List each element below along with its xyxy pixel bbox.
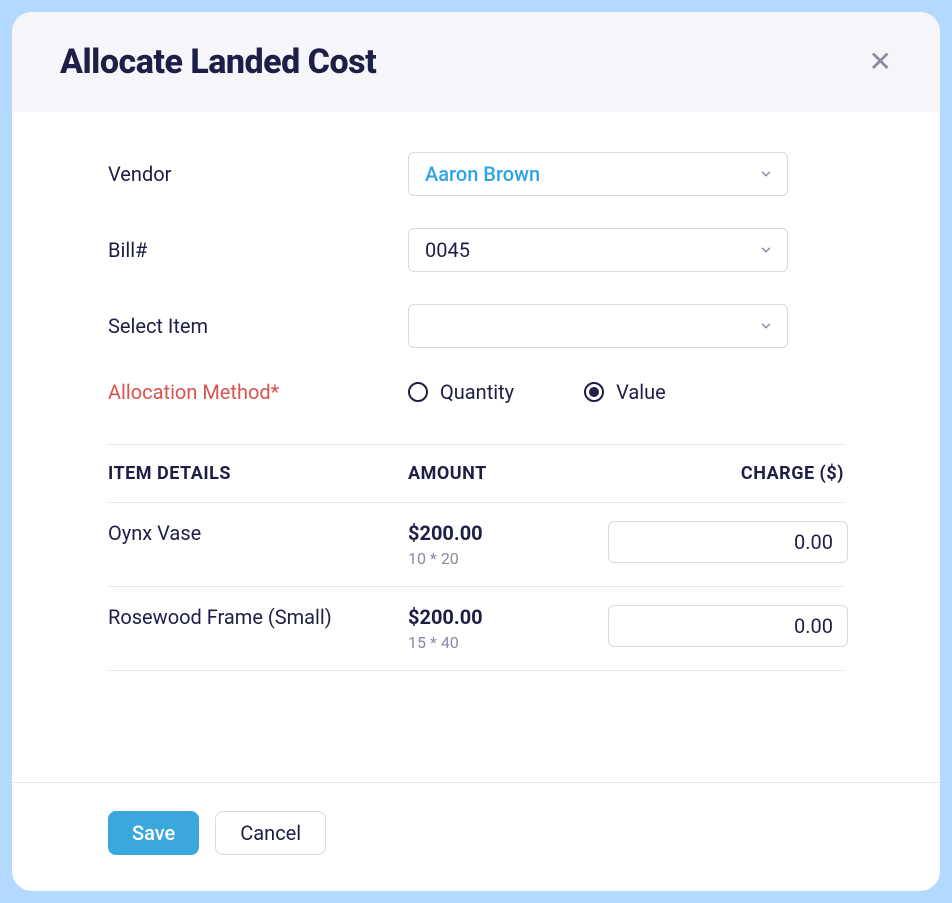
modal-body: Vendor Aaron Brown Bill# 0045 (12, 112, 940, 782)
bill-label: Bill# (108, 238, 408, 262)
modal-title: Allocate Landed Cost (60, 42, 376, 82)
item-name: Rosewood Frame (Small) (108, 605, 408, 629)
chevron-down-icon (759, 319, 773, 333)
radio-quantity-label: Quantity (440, 380, 514, 404)
charge-input[interactable] (608, 605, 848, 647)
item-select[interactable] (408, 304, 788, 348)
item-calc: 15 * 40 (408, 633, 608, 652)
item-calc: 10 * 20 (408, 549, 608, 568)
save-button[interactable]: Save (108, 811, 199, 855)
col-charge: CHARGE ($) (608, 463, 844, 484)
bill-select[interactable]: 0045 (408, 228, 788, 272)
vendor-select[interactable]: Aaron Brown (408, 152, 788, 196)
charge-input[interactable] (608, 521, 848, 563)
col-amount: AMOUNT (408, 463, 608, 484)
radio-icon (584, 382, 604, 402)
radio-value-label: Value (616, 380, 666, 404)
modal-footer: Save Cancel (12, 782, 940, 891)
select-item-label: Select Item (108, 314, 408, 338)
item-amount: $200.00 (408, 521, 608, 545)
cancel-button[interactable]: Cancel (215, 811, 326, 855)
radio-value[interactable]: Value (584, 380, 666, 404)
modal-header: Allocate Landed Cost ✕ (12, 12, 940, 112)
vendor-value: Aaron Brown (425, 162, 540, 186)
chevron-down-icon (759, 243, 773, 257)
allocation-method-row: Allocation Method* Quantity Value (108, 380, 844, 404)
radio-icon (408, 382, 428, 402)
bill-row: Bill# 0045 (108, 228, 844, 272)
items-table-header: ITEM DETAILS AMOUNT CHARGE ($) (108, 444, 844, 503)
vendor-row: Vendor Aaron Brown (108, 152, 844, 196)
select-item-row: Select Item (108, 304, 844, 348)
allocation-method-label: Allocation Method* (108, 380, 408, 404)
radio-quantity[interactable]: Quantity (408, 380, 514, 404)
item-amount: $200.00 (408, 605, 608, 629)
allocate-landed-cost-modal: Allocate Landed Cost ✕ Vendor Aaron Brow… (12, 12, 940, 891)
bill-value: 0045 (425, 238, 470, 262)
chevron-down-icon (759, 167, 773, 181)
items-section: ITEM DETAILS AMOUNT CHARGE ($) Oynx Vase… (108, 444, 844, 671)
col-item-details: ITEM DETAILS (108, 463, 408, 484)
close-icon[interactable]: ✕ (861, 44, 900, 80)
allocation-method-radio-group: Quantity Value (408, 380, 666, 404)
table-row: Rosewood Frame (Small) $200.00 15 * 40 (108, 587, 844, 671)
vendor-label: Vendor (108, 162, 408, 186)
table-row: Oynx Vase $200.00 10 * 20 (108, 503, 844, 587)
item-name: Oynx Vase (108, 521, 408, 545)
